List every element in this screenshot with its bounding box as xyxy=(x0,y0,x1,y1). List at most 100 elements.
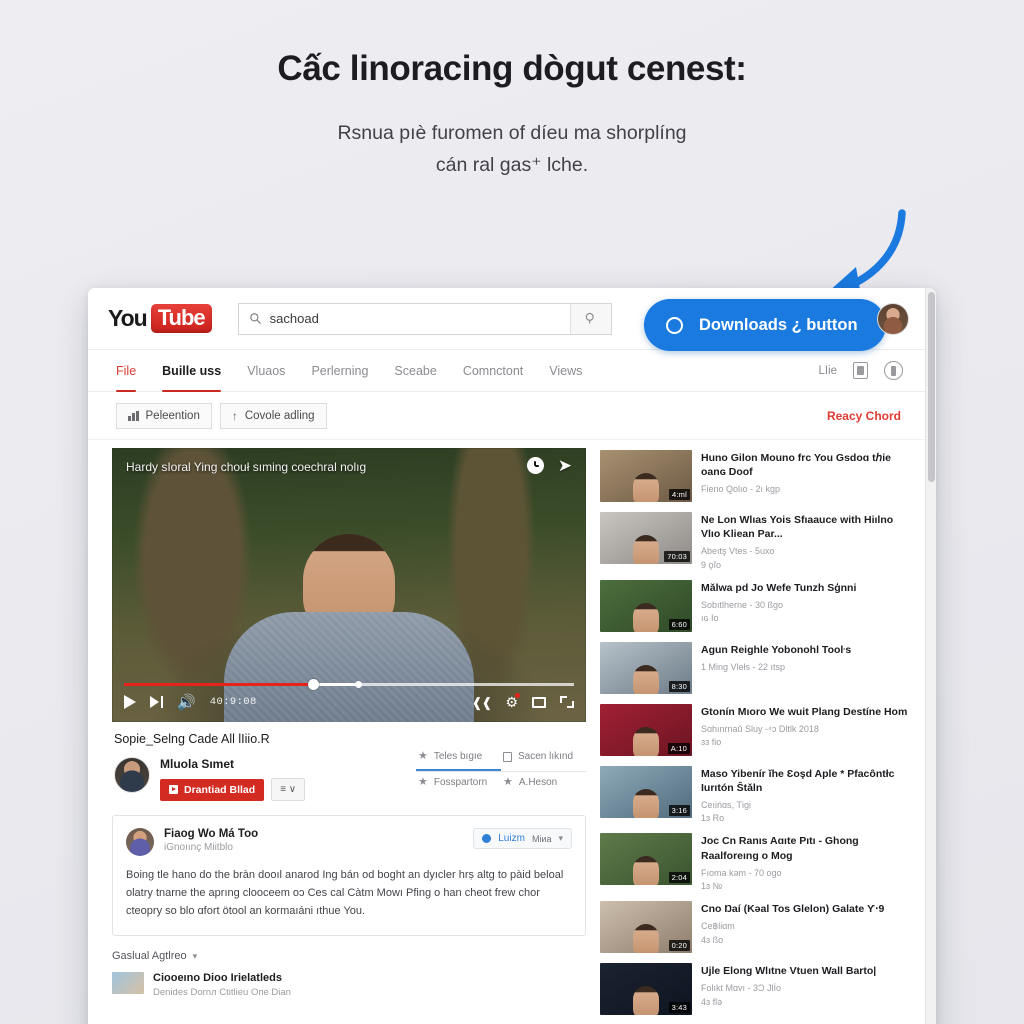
tab-comnctont[interactable]: Comnctont xyxy=(463,350,523,391)
recommendation-title: Maso Yibenír ĭhe Ɛoşd Aple * Pfacôntłc I… xyxy=(701,767,895,794)
duration-badge: 3:16 xyxy=(668,804,690,816)
recommendation-title: Huno Gilon Mouno frc You Gsdoɑ tℎіе oanɢ… xyxy=(701,452,891,479)
search-input[interactable]: sachoad xyxy=(239,303,571,334)
youtube-logo[interactable]: You Tube xyxy=(108,304,212,333)
account-avatar[interactable] xyxy=(877,303,909,335)
recommendation-text: Maso Yibenír ĭhe Ɛoşd Aple * Pfacôntłc I… xyxy=(701,766,909,824)
video-meta: Sopie_Selng Cade All lIiio.R Mluola Sıme… xyxy=(112,722,586,801)
recommendation-meta-secondary: 1ɜ Ro xyxy=(701,813,725,824)
comment-avatar[interactable] xyxy=(126,828,154,856)
fullscreen-icon[interactable] xyxy=(560,696,574,708)
recommendation-item[interactable]: 4:ml Huno Gilon Mouno frc You Gsdoɑ tℎіе … xyxy=(600,450,909,502)
tab-sceabe[interactable]: Sceabe xyxy=(394,350,436,391)
recommendation-item[interactable]: 3:43 Ujle Elong Wlıtne Vtuen Wall Barto| F… xyxy=(600,963,909,1016)
next-icon[interactable] xyxy=(150,696,164,708)
engagement-item-fossparform[interactable]: ★ Fosspartorn xyxy=(416,772,501,795)
recommendation-thumbnail[interactable]: 70:03 xyxy=(600,512,692,564)
recommendation-thumbnail[interactable]: 6:60 xyxy=(600,579,692,632)
engagement-item-teles-bigie[interactable]: ★ Teles bıgıe xyxy=(416,746,501,769)
recommendation-thumbnail[interactable]: A:10 xyxy=(600,703,692,756)
player-progress-bar[interactable] xyxy=(124,679,574,690)
share-icon[interactable]: ➤ xyxy=(558,457,572,474)
recommendation-thumbnail[interactable]: 4:ml xyxy=(600,450,692,502)
window-scrollbar[interactable] xyxy=(925,288,936,1024)
window-content: You Tube sachoad Downloads ¿ button File… xyxy=(88,288,925,1024)
hero-section: Cấc linoracing dògut cenest: Rsnua pıè f… xyxy=(0,48,1024,181)
notification-bell-button[interactable]: ≡ ∨ xyxy=(271,778,306,801)
recommendation-item[interactable]: 70:03 Ne Lon Wlıas Yois Sfıaauce with Hiı… xyxy=(600,512,909,570)
tab-views[interactable]: Views xyxy=(549,350,582,391)
volume-icon[interactable]: 🔊 xyxy=(177,695,196,710)
recommendation-meta: Fіeno Qolıo - 2ı kgp xyxy=(701,484,781,495)
player-controls-left: 🔊 40:9:08 xyxy=(124,695,257,710)
recommendation-meta: Sɑhınrnaŭ Sluy -⁴ɔ Dltlk 2018 xyxy=(701,723,819,734)
scrollbar-thumb[interactable] xyxy=(928,292,935,482)
more-comments-toggle[interactable]: Gaslual Agtlreo ▾ xyxy=(112,950,586,962)
channel-actions: Drantiad Bllad ≡ ∨ xyxy=(160,778,306,801)
bell-icon: ≡ ∨ xyxy=(280,784,297,795)
clipboard-icon[interactable] xyxy=(853,362,868,379)
engagement-label-3: A.Heson xyxy=(518,777,558,788)
recommendation-item[interactable]: 6:60 Mǎlwa pd Jo Wefe Tunzh Sģnnі Sobıtlhe… xyxy=(600,579,909,632)
recommendation-thumbnail[interactable]: 2:04 xyxy=(600,833,692,886)
upload-icon: ↑ xyxy=(231,408,238,423)
star-icon: ★ xyxy=(418,776,428,788)
downloads-button[interactable]: Downloads ¿ button xyxy=(644,299,886,351)
recommendation-meta-secondary: 1ɜ № xyxy=(701,881,723,892)
recommendations-sidebar: 4:ml Huno Gilon Mouno frc You Gsdoɑ tℎіе … xyxy=(600,448,909,1024)
duration-badge: 0:20 xyxy=(668,940,690,952)
tab-vluaos[interactable]: Vluaos xyxy=(247,350,285,391)
recommendation-meta: Abeıtş Vtes - 5uxo xyxy=(701,546,775,557)
recommendation-item[interactable]: A:10 Gtonín Mıoro We wuit Plang Destíne H… xyxy=(600,703,909,756)
covole-adling-button[interactable]: ↑ Covole adling xyxy=(219,402,327,429)
tab-file[interactable]: File xyxy=(116,350,137,392)
star-icon: ★ xyxy=(418,750,428,762)
channel-name[interactable]: Mluola Sımet xyxy=(160,757,305,771)
recommendation-item[interactable]: 3:16 Maso Yibenír ĭhe Ɛoşd Aple * Pfacônt… xyxy=(600,765,909,824)
engagement-item-a-heson[interactable]: ★ A.Heson xyxy=(501,772,586,795)
logo-text-tube: Tube xyxy=(150,304,212,333)
tab-perlerning[interactable]: Perlerning xyxy=(311,350,368,391)
search-submit-button[interactable] xyxy=(570,303,611,334)
thumbnail-subject xyxy=(633,602,659,632)
gear-icon[interactable]: ⚙ xyxy=(505,693,520,709)
play-icon[interactable] xyxy=(124,695,136,709)
recommendation-text: Huno Gilon Mouno frc You Gsdoɑ tℎіе oanɢ… xyxy=(701,450,909,502)
content-area: Hardy sIoral Ying chouł sıming coechral … xyxy=(88,440,925,1024)
list-item[interactable]: Cіooeıno Dіoo Irielatleds Dеnіdеs Dοrnл … xyxy=(112,972,586,998)
recommendation-item[interactable]: 0:20 Cno Ŋaí (Kəal Tos Glelon) Galate Ƴ⋅9… xyxy=(600,901,909,954)
progress-scrubber[interactable] xyxy=(307,679,319,690)
progress-played xyxy=(124,683,313,686)
subscribe-play-icon xyxy=(169,785,178,794)
recommendation-thumbnail[interactable]: 3:43 xyxy=(600,963,692,1016)
subscribe-button[interactable]: Drantiad Bllad xyxy=(160,778,265,801)
recommendation-item[interactable]: 2:04 Joc Cn Ranıs Aɑıte Pıtı - Ghong Raal… xyxy=(600,833,909,891)
peleention-button[interactable]: Peleention xyxy=(116,402,212,429)
recommendation-item[interactable]: 8:30 Agun Reighle Yobonohl Tooŀs 1 Ming Vl… xyxy=(600,641,909,694)
list-item-thumbnail xyxy=(112,972,144,995)
chevron-down-icon: ▾ xyxy=(558,833,563,843)
recommendation-text: Joc Cn Ranıs Aɑıte Pıtı - Ghong Raalfore… xyxy=(701,833,909,891)
recommendation-thumbnail[interactable]: 3:16 xyxy=(600,765,692,818)
ready-chord-link[interactable]: Reacy Chord xyxy=(827,409,901,423)
engagement-item-sacen-likind[interactable]: Sacen lıkınd xyxy=(501,746,586,769)
hourglass-circle-icon[interactable] xyxy=(884,361,903,380)
recommendation-thumbnail[interactable]: 0:20 xyxy=(600,901,692,954)
search-submit-icon xyxy=(585,312,594,324)
comment-author-block: Fіaog Wo Má Too іGnoıınç Mіitblo xyxy=(164,828,258,853)
comment-body: Boing tle hano do the bràn dooıl anarod … xyxy=(126,869,564,917)
tab-buille-uss[interactable]: Buille uss xyxy=(162,350,222,392)
closed-captions-icon[interactable]: ❰❰ xyxy=(472,696,493,709)
recommendation-meta: Fıoma kəm - 70 ogo xyxy=(701,867,782,878)
nav-right-label[interactable]: LIie xyxy=(818,365,837,377)
search-icon xyxy=(249,313,261,324)
video-player[interactable]: Hardy sIoral Ying chouł sıming coechral … xyxy=(112,448,586,722)
theater-mode-icon[interactable] xyxy=(532,696,546,708)
star-icon: ★ xyxy=(503,776,513,788)
recommendation-thumbnail[interactable]: 8:30 xyxy=(600,641,692,694)
recommendation-text: Mǎlwa pd Jo Wefe Tunzh Sģnnі Sobıtlherne … xyxy=(701,580,909,632)
clock-icon[interactable] xyxy=(526,457,544,474)
channel-avatar[interactable] xyxy=(114,757,150,793)
comment-sort-dropdown[interactable]: Luizm Міиа ▾ xyxy=(473,828,572,849)
search-bar[interactable]: sachoad xyxy=(237,302,612,335)
